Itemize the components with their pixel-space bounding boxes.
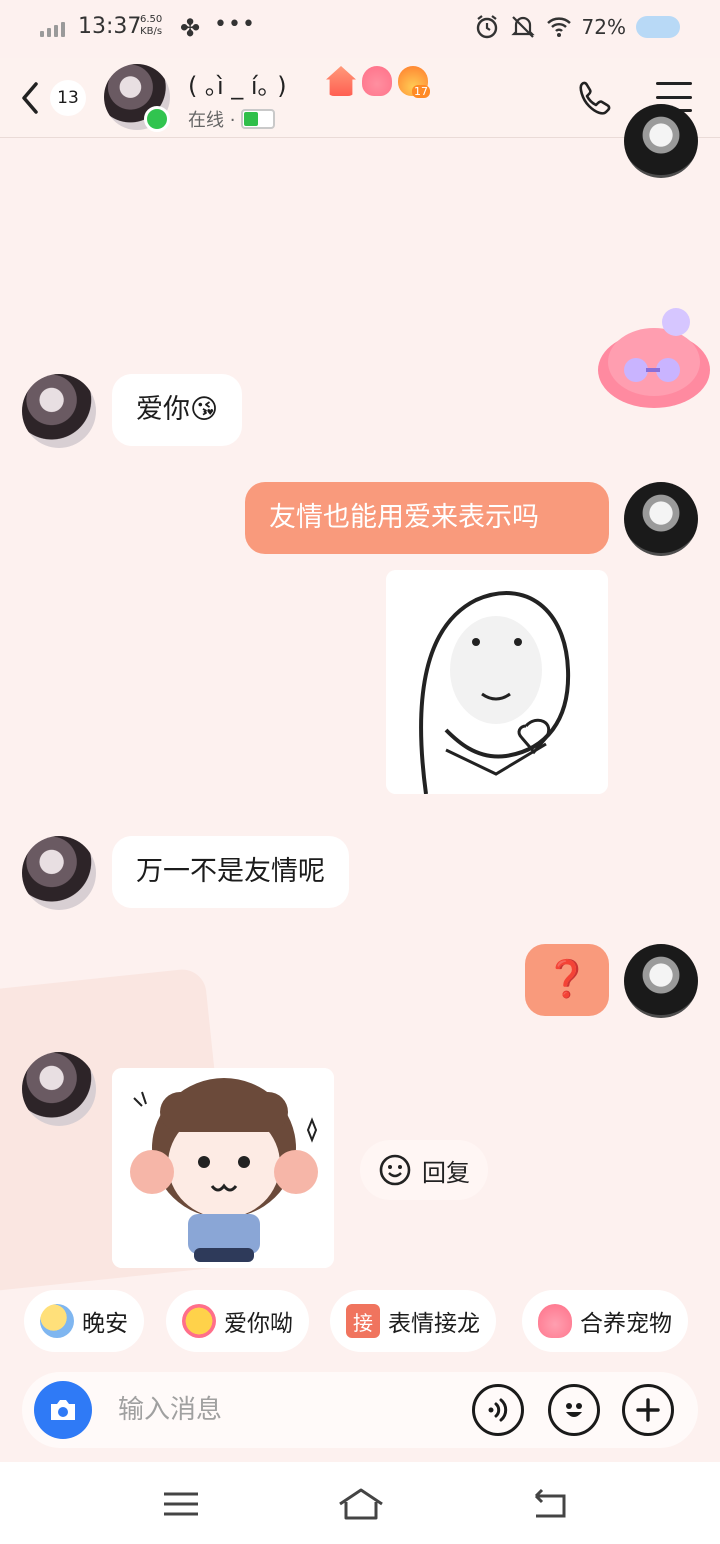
girl-police-sticker[interactable] bbox=[112, 1068, 334, 1268]
online-status: 在线 · bbox=[188, 106, 276, 132]
more-notifications-icon: ••• bbox=[214, 12, 256, 37]
fire-streak-icon[interactable]: 17 bbox=[398, 66, 430, 98]
fire-level: 17 bbox=[412, 85, 430, 98]
chip-label: 合养宠物 bbox=[580, 1311, 672, 1337]
message-bubble-out[interactable]: 友情也能用爱来表示吗 bbox=[245, 482, 609, 554]
recent-apps-icon[interactable] bbox=[156, 1484, 206, 1524]
chip-label: 爱你呦 bbox=[224, 1311, 293, 1337]
back-nav-icon[interactable] bbox=[526, 1484, 576, 1524]
message-bubble-in[interactable]: 爱你😘 bbox=[112, 374, 243, 446]
pet-blob-icon[interactable] bbox=[362, 66, 392, 96]
chip-label: 晚安 bbox=[82, 1311, 128, 1337]
mute-bell-icon bbox=[510, 16, 535, 38]
contact-badges: 17 bbox=[326, 66, 430, 98]
reply-label: 回复 bbox=[422, 1158, 470, 1187]
voice-button[interactable] bbox=[472, 1384, 524, 1436]
signal-icon bbox=[40, 22, 65, 37]
battery-percent: 72% bbox=[581, 15, 626, 39]
pet-blob-icon bbox=[538, 1304, 572, 1338]
jie-badge-icon: 接 bbox=[346, 1304, 380, 1338]
house-icon[interactable] bbox=[326, 66, 356, 96]
other-avatar[interactable] bbox=[22, 1052, 96, 1126]
fan-app-icon: ✤ bbox=[180, 14, 201, 42]
emoji-button[interactable] bbox=[548, 1384, 600, 1436]
status-text: 在线 · bbox=[188, 110, 236, 131]
status-bar: 13:37 6.50 KB/s ✤ ••• 72% bbox=[0, 0, 720, 58]
alarm-icon bbox=[476, 15, 497, 39]
self-avatar[interactable] bbox=[624, 482, 698, 556]
other-avatar[interactable] bbox=[22, 836, 96, 910]
home-icon[interactable] bbox=[336, 1484, 386, 1524]
quick-chip-love-you[interactable]: 爱你呦 bbox=[166, 1290, 309, 1352]
chat-header: 13 ( ｡ì _ í｡ ) 17 在线 · bbox=[0, 58, 720, 138]
battery-charging-icon bbox=[241, 109, 276, 129]
girl-police-illustration bbox=[112, 1068, 334, 1268]
smiley-icon bbox=[379, 1154, 411, 1186]
chip-label: 表情接龙 bbox=[388, 1311, 480, 1337]
meme-face-illustration bbox=[386, 570, 608, 794]
self-avatar[interactable] bbox=[624, 104, 698, 178]
meme-sticker[interactable] bbox=[386, 570, 608, 794]
voice-wave-icon bbox=[488, 1398, 508, 1422]
online-indicator bbox=[144, 106, 170, 132]
quick-chip-goodnight[interactable]: 晚安 bbox=[24, 1290, 144, 1352]
phone-call-icon[interactable] bbox=[572, 78, 612, 118]
emoji-face-icon bbox=[566, 1403, 582, 1417]
quick-chip-emoji-relay[interactable]: 接 表情接龙 bbox=[330, 1290, 496, 1352]
unread-count-badge[interactable]: 13 bbox=[50, 80, 86, 116]
network-speed: 6.50 KB/s bbox=[140, 14, 162, 38]
quick-chip-co-pet[interactable]: 合养宠物 bbox=[522, 1290, 688, 1352]
status-time: 13:37 bbox=[78, 14, 142, 39]
add-more-button[interactable] bbox=[622, 1384, 674, 1436]
system-nav-bar bbox=[0, 1462, 720, 1544]
speed-value: 6.50 bbox=[140, 14, 163, 25]
heart-face-icon bbox=[182, 1304, 216, 1338]
moon-face-icon bbox=[40, 1304, 74, 1338]
floating-pet-mascot[interactable] bbox=[592, 306, 716, 410]
message-bubble-in[interactable]: 万一不是友情呢 bbox=[112, 836, 349, 908]
message-input-bar bbox=[22, 1372, 698, 1448]
speed-unit: KB/s bbox=[140, 26, 163, 37]
back-arrow-icon[interactable] bbox=[16, 78, 46, 118]
contact-name[interactable]: ( ｡ì _ í｡ ) bbox=[188, 66, 287, 101]
plus-icon bbox=[636, 1398, 660, 1422]
camera-icon bbox=[51, 1400, 75, 1420]
wifi-icon bbox=[546, 17, 571, 37]
battery-icon bbox=[636, 16, 680, 38]
other-avatar[interactable] bbox=[22, 374, 96, 448]
reply-button[interactable]: 回复 bbox=[360, 1140, 488, 1200]
self-avatar[interactable] bbox=[624, 944, 698, 1018]
message-input[interactable] bbox=[118, 1386, 448, 1434]
camera-button[interactable] bbox=[34, 1381, 92, 1439]
question-bubble[interactable]: ❓ bbox=[525, 944, 609, 1016]
